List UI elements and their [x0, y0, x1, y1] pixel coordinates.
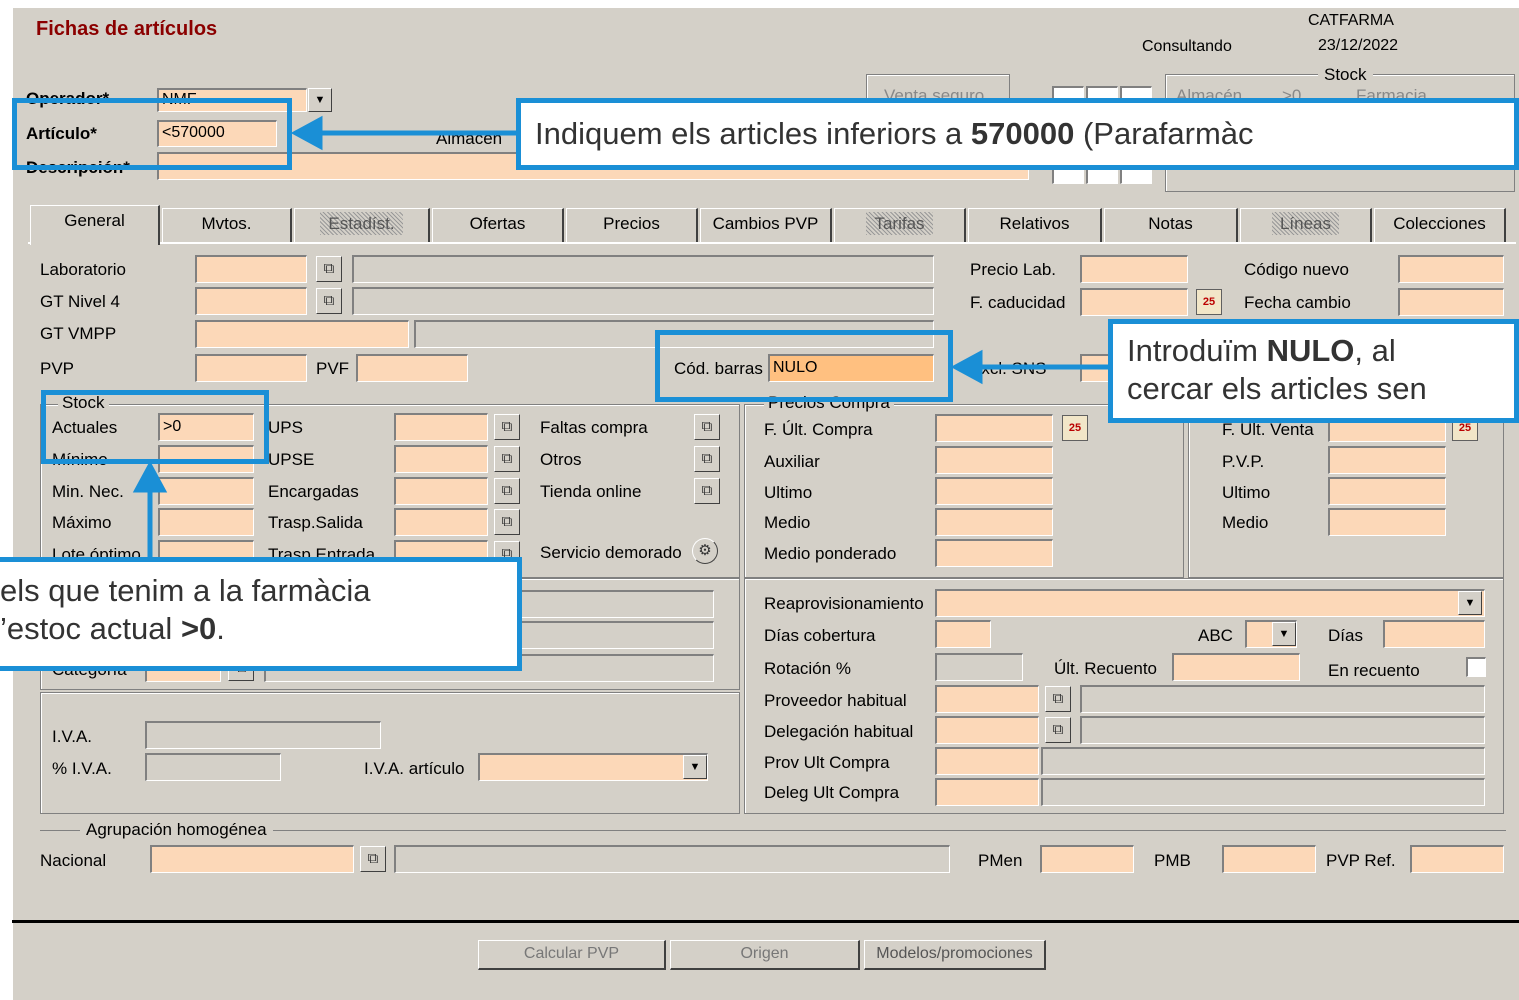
arrow-head — [132, 460, 168, 493]
arrow-head — [950, 349, 983, 385]
arrow-head — [290, 115, 323, 151]
arrows-overlay — [132, 115, 1110, 558]
